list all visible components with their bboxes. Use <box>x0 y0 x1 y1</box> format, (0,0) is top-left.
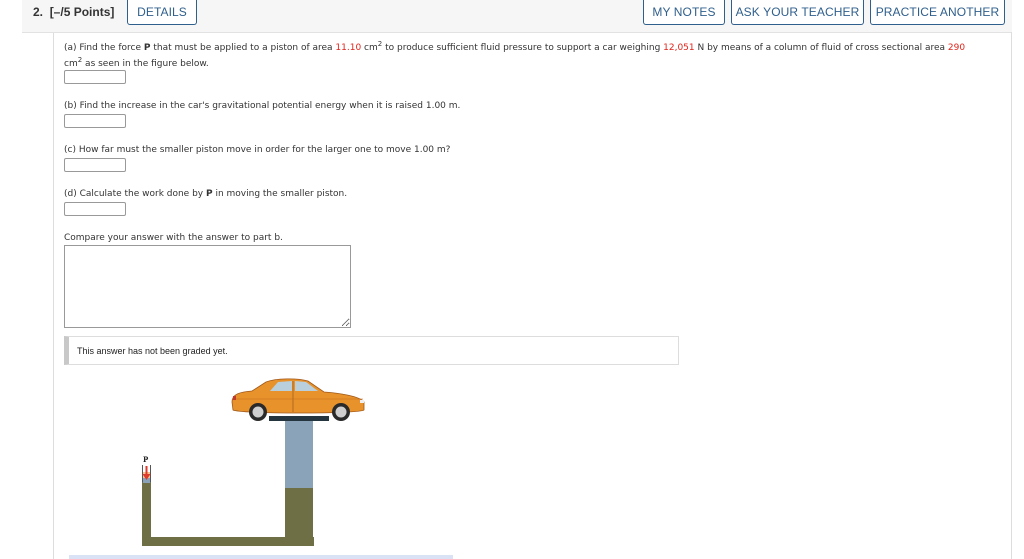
content-left-border <box>53 33 54 559</box>
answer-a-input[interactable] <box>64 70 126 84</box>
grading-status-box: This answer has not been graded yet. <box>64 336 679 365</box>
fluid-tube <box>142 482 314 546</box>
compare-answer-textarea[interactable] <box>64 245 351 328</box>
part-d-text: (d) Calculate the work done by P in movi… <box>64 189 348 199</box>
question-points: 2. [–/5 Points] <box>33 5 115 19</box>
grading-status-text: This answer has not been graded yet. <box>77 345 228 356</box>
large-piston-column <box>285 420 313 488</box>
part-a-text: (a) Find the force P that must be applie… <box>64 40 966 70</box>
question-header: 2. [–/5 Points] DETAILS MY NOTES ASK YOU… <box>22 0 1012 33</box>
force-label: P <box>143 455 149 464</box>
ask-your-teacher-button[interactable]: ASK YOUR TEACHER <box>731 0 864 25</box>
answer-b-input[interactable] <box>64 114 126 128</box>
lift-platform <box>269 416 329 421</box>
bottom-divider <box>69 555 453 559</box>
part-b-text: (b) Find the increase in the car's gravi… <box>64 101 461 111</box>
content-right-border <box>1011 32 1012 559</box>
car-weight-value: 12,051 <box>663 43 695 53</box>
my-notes-button[interactable]: MY NOTES <box>643 0 725 25</box>
answer-d-input[interactable] <box>64 202 126 216</box>
hydraulic-lift-figure: P <box>142 378 365 546</box>
practice-another-button[interactable]: PRACTICE ANOTHER <box>870 0 1005 25</box>
part-c-text: (c) How far must the smaller piston move… <box>64 145 451 155</box>
compare-prompt: Compare your answer with the answer to p… <box>64 233 283 243</box>
car-icon <box>231 378 365 421</box>
details-button[interactable]: DETAILS <box>127 0 197 25</box>
small-area-value: 11.10 <box>335 43 362 53</box>
large-area-value: 290 <box>947 43 966 53</box>
answer-c-input[interactable] <box>64 158 126 172</box>
